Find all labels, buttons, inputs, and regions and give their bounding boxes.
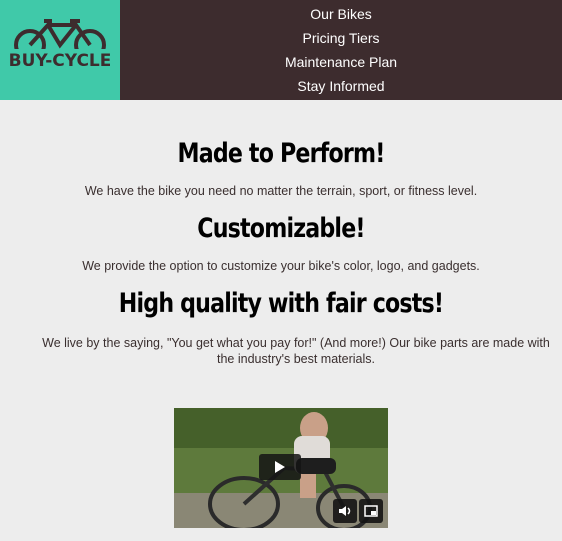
section-text-quality: We live by the saying, "You get what you… <box>42 336 550 366</box>
nav-item-pricing-tiers[interactable]: Pricing Tiers <box>302 27 379 49</box>
nav-item-stay-informed[interactable]: Stay Informed <box>297 75 384 97</box>
play-button[interactable] <box>259 454 301 480</box>
logo-text: BUY-CYCLE <box>10 51 110 71</box>
nav-item-maintenance-plan[interactable]: Maintenance Plan <box>285 51 397 73</box>
main-content: Made to Perform! We have the bike you ne… <box>0 138 562 367</box>
section-text-customizable: We provide the option to customize your … <box>82 259 480 273</box>
section-heading-customizable: Customizable! <box>197 213 365 244</box>
volume-icon <box>339 506 351 516</box>
play-icon <box>275 461 285 473</box>
section-heading-quality: High quality with fair costs! <box>118 288 444 319</box>
top-nav: Our Bikes Pricing Tiers Maintenance Plan… <box>120 0 562 100</box>
section-heading-perform: Made to Perform! <box>177 138 385 169</box>
volume-button[interactable] <box>333 499 357 523</box>
picture-in-picture-icon <box>364 505 378 517</box>
nav-item-our-bikes[interactable]: Our Bikes <box>310 3 371 25</box>
bicycle-logo-icon: BUY-CYCLE <box>10 19 110 71</box>
video-player[interactable] <box>174 408 388 528</box>
logo[interactable]: BUY-CYCLE <box>0 0 120 100</box>
site-header: BUY-CYCLE Our Bikes Pricing Tiers Mainte… <box>0 0 562 100</box>
section-text-perform: We have the bike you need no matter the … <box>84 184 478 198</box>
picture-in-picture-button[interactable] <box>359 499 383 523</box>
